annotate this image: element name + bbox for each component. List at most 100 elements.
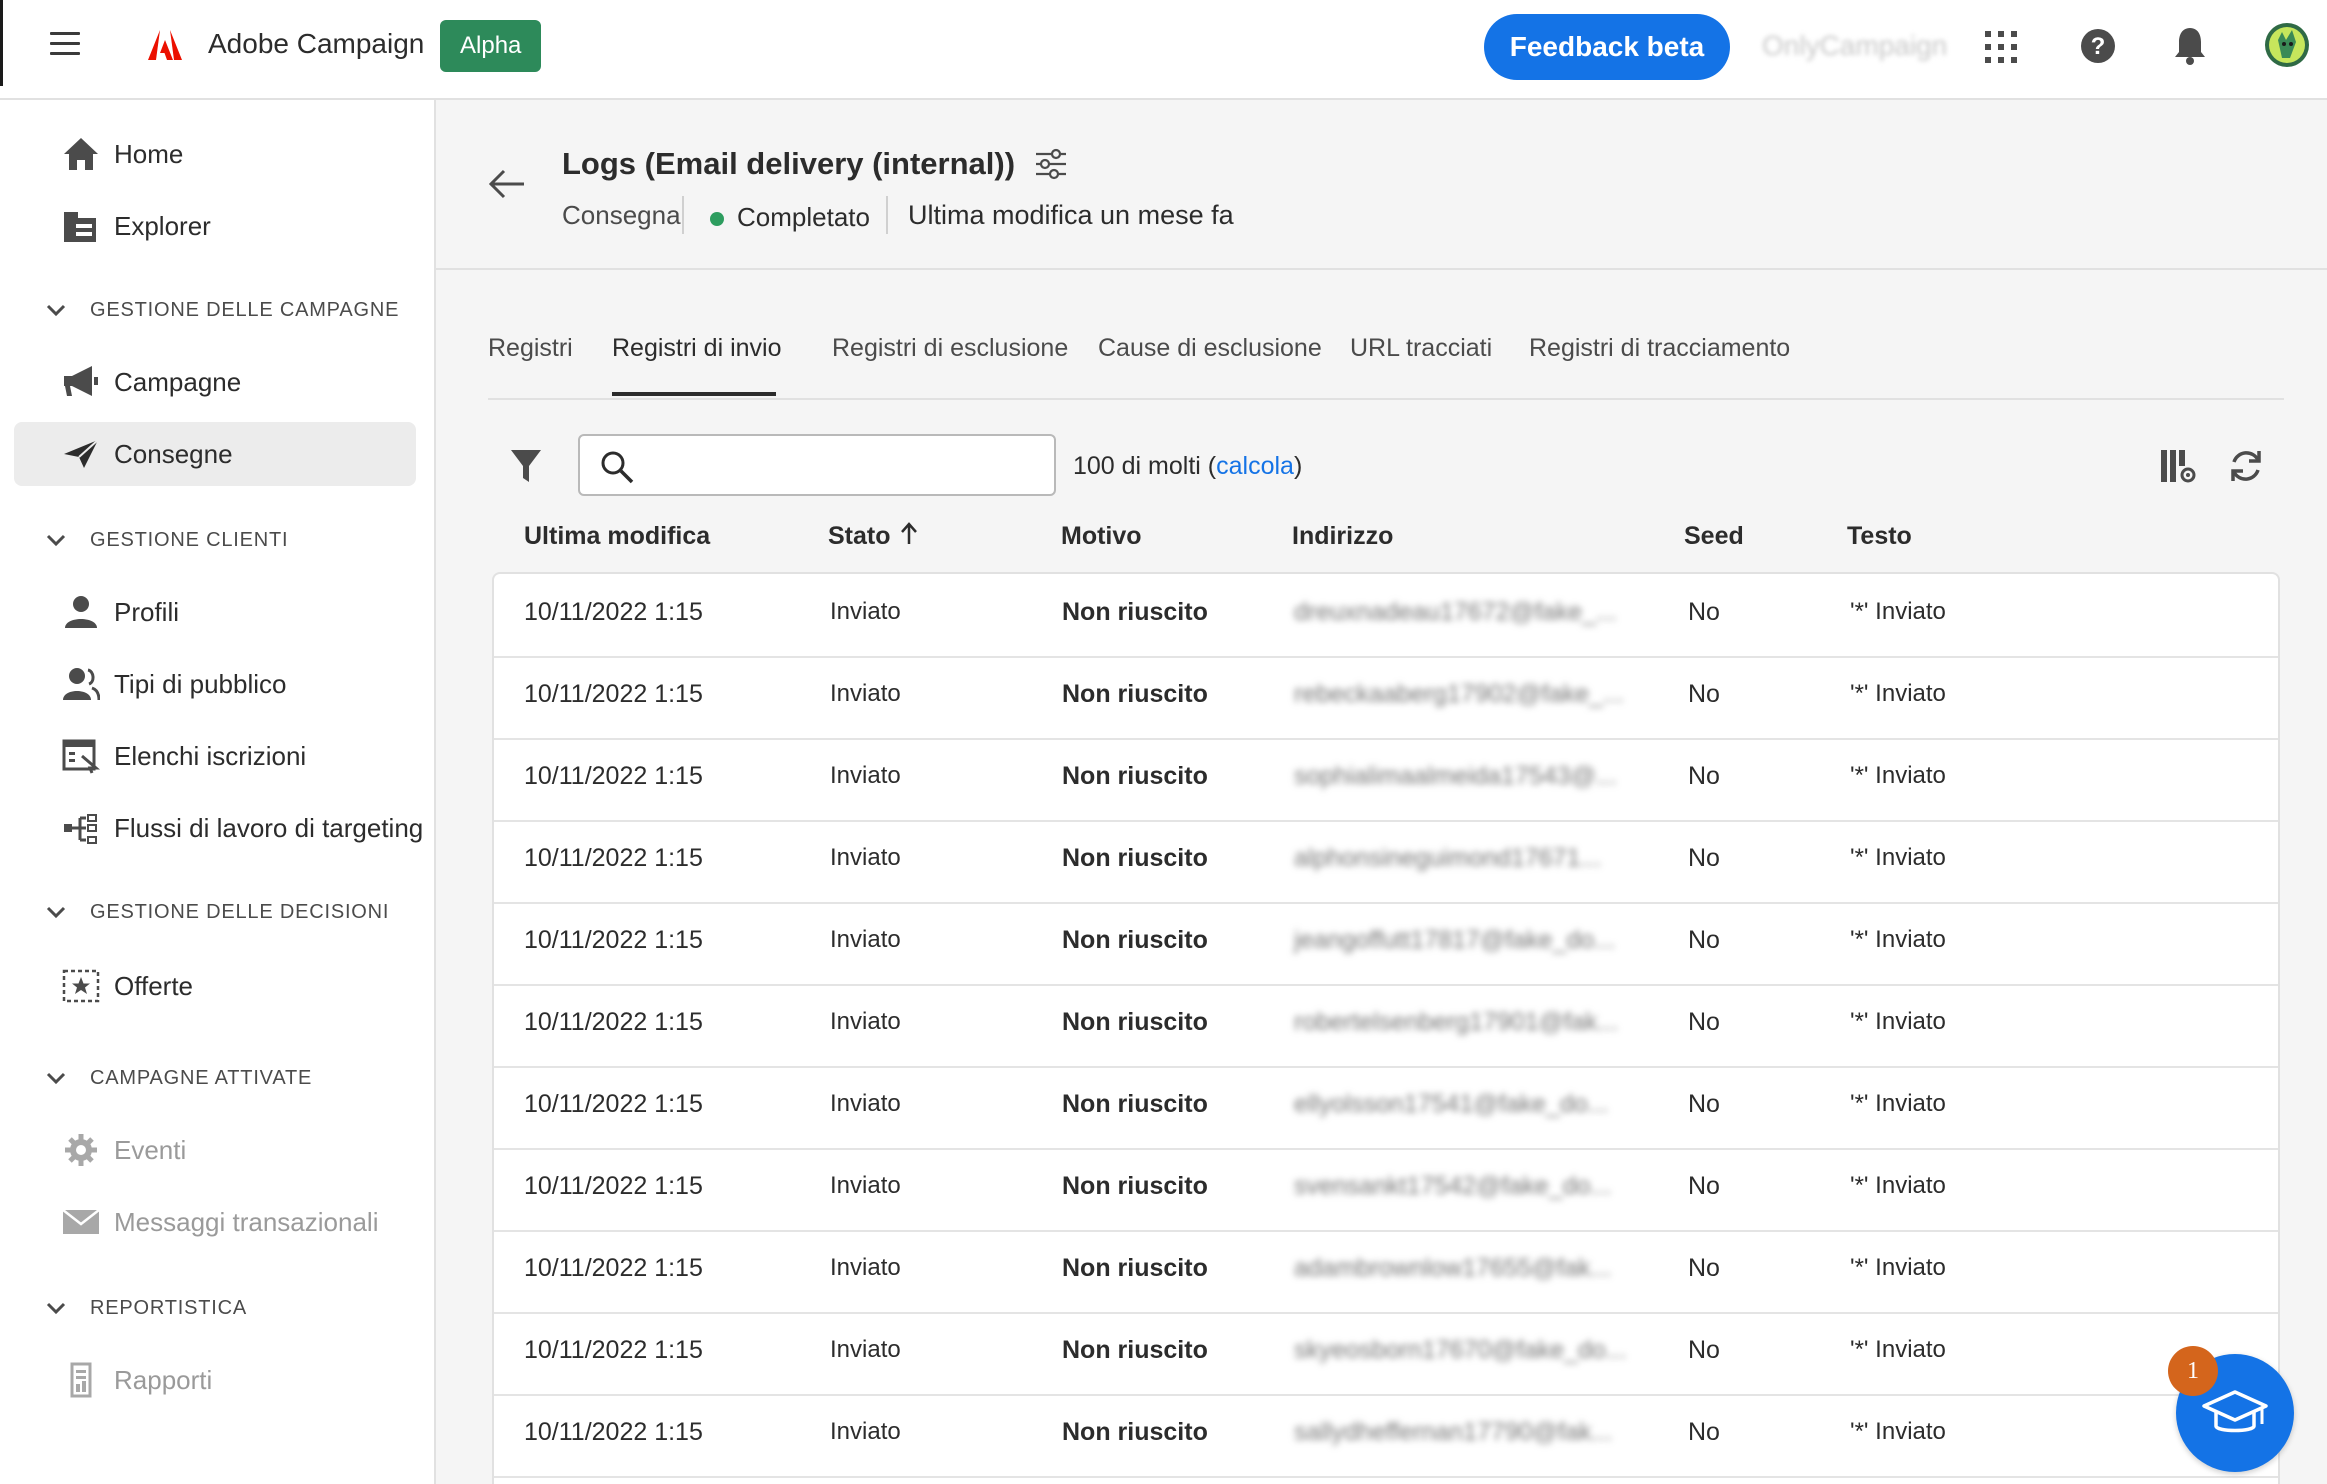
cell-reason: Non riuscito (1062, 1336, 1208, 1364)
table-row[interactable]: 10/11/2022 1:15 Inviato Non riuscito sve… (494, 1148, 2278, 1232)
cell-reason: Non riuscito (1062, 1172, 1208, 1200)
cell-reason: Non riuscito (1062, 1090, 1208, 1118)
table-row[interactable]: 10/11/2022 1:15 Inviato Non riuscito ada… (494, 1230, 2278, 1314)
sidebar-item-label: Campagne (114, 366, 242, 397)
cell-status: Inviato (830, 926, 901, 953)
result-count-prefix: 100 di molti ( (1073, 452, 1217, 480)
sidebar-item-label: Offerte (114, 970, 194, 1001)
cell-reason: Non riuscito (1062, 844, 1208, 872)
cell-status: Inviato (830, 1008, 901, 1035)
feedback-button[interactable]: Feedback beta (1484, 14, 1730, 80)
user-icon (65, 596, 97, 628)
cell-status: Inviato (830, 598, 901, 625)
home-icon (64, 138, 98, 170)
chevron-down-icon (46, 534, 66, 547)
sidebar-item-transactional-messages[interactable]: Messaggi transazionali (14, 1190, 416, 1254)
column-header-reason[interactable]: Motivo (1061, 522, 1142, 551)
mail-icon (62, 1209, 100, 1234)
filter-icon[interactable] (510, 448, 542, 484)
notifications-bell-icon[interactable] (2172, 26, 2208, 66)
table-row[interactable]: 10/11/2022 1:15 Inviato Non riuscito sal… (494, 1394, 2278, 1478)
page-title: Logs (Email delivery (internal)) (562, 146, 1016, 181)
audience-icon (63, 668, 100, 701)
column-settings-icon[interactable] (2160, 448, 2196, 484)
result-count: 100 di molti (calcola) (1073, 452, 1302, 481)
settings-sliders-icon[interactable] (1034, 148, 1068, 180)
search-input[interactable] (650, 446, 1044, 486)
sidebar-item-label: Consegne (114, 438, 233, 469)
sidebar-item-audiences[interactable]: Tipi di pubblico (14, 652, 416, 716)
cell-text: '*' Inviato (1850, 844, 1946, 871)
back-arrow-icon[interactable] (488, 168, 526, 200)
column-header-seed[interactable]: Seed (1684, 522, 1744, 551)
column-header-address[interactable]: Indirizzo (1292, 522, 1393, 551)
app-switcher-icon[interactable] (1984, 30, 2018, 64)
sidebar-item-label: Eventi (114, 1134, 187, 1165)
chevron-down-icon (46, 906, 66, 919)
calculate-link[interactable]: calcola (1216, 452, 1294, 480)
cell-seed: No (1688, 762, 1720, 790)
help-icon[interactable]: ? (2080, 28, 2116, 64)
column-header-text[interactable]: Testo (1847, 522, 1912, 551)
cell-last-modified: 10/11/2022 1:15 (524, 1008, 703, 1036)
refresh-icon[interactable] (2228, 448, 2264, 484)
table-row[interactable]: 10/11/2022 1:15 Inviato Non riuscito ell… (494, 1066, 2278, 1150)
cell-reason: Non riuscito (1062, 1254, 1208, 1282)
cell-text: '*' Inviato (1850, 926, 1946, 953)
table-row[interactable]: 10/11/2022 1:15 Inviato Non riuscito reb… (494, 656, 2278, 740)
column-header-status[interactable]: Stato (828, 522, 891, 551)
tab-sending-logs[interactable]: Registri di invio (612, 334, 782, 363)
sidebar-item-offers[interactable]: Offerte (14, 954, 416, 1018)
user-avatar[interactable] (2264, 20, 2310, 70)
table-row[interactable]: 10/11/2022 1:15 Inviato Non riuscito sop… (494, 738, 2278, 822)
org-switcher[interactable]: OnlyCampaign (1762, 30, 1947, 62)
table-row[interactable]: 10/11/2022 1:15 Inviato Non riuscito alp… (494, 820, 2278, 904)
table-row[interactable]: 10/11/2022 1:15 Inviato Non riuscito jea… (494, 902, 2278, 986)
gear-icon (65, 1134, 97, 1166)
tab-tracking-logs[interactable]: Registri di tracciamento (1529, 334, 1790, 363)
sidebar-item-reports[interactable]: Rapporti (14, 1348, 416, 1412)
adobe-logo-icon (148, 30, 182, 60)
cell-address: skyeosborn17670@fake_do... (1294, 1336, 1627, 1364)
hamburger-menu-icon[interactable] (50, 32, 80, 58)
sidebar-item-targeting-workflows[interactable]: Flussi di lavoro di targeting (14, 796, 423, 860)
tab-exclusion-causes[interactable]: Cause di esclusione (1098, 334, 1322, 363)
search-field[interactable] (578, 434, 1056, 496)
section-customer-management[interactable]: GESTIONE CLIENTI (46, 520, 288, 560)
table-row[interactable]: 10/11/2022 1:15 Inviato Non riuscito rob… (494, 984, 2278, 1068)
sidebar-item-label: Rapporti (114, 1364, 213, 1395)
cell-address: svensankt17542@fake_do... (1294, 1172, 1612, 1200)
last-modified: Ultima modifica un mese fa (908, 200, 1234, 230)
cell-text: '*' Inviato (1850, 1254, 1946, 1281)
tab-exclusion-logs[interactable]: Registri di esclusione (832, 334, 1068, 363)
cell-status: Inviato (830, 762, 901, 789)
status-indicator (710, 212, 724, 226)
sidebar-item-subscription-lists[interactable]: Elenchi iscrizioni (14, 724, 416, 788)
sidebar-item-profiles[interactable]: Profili (14, 580, 416, 644)
table-row[interactable]: 10/11/2022 1:15 Inviato Non riuscito dre… (494, 574, 2278, 658)
tab-logs[interactable]: Registri (488, 334, 573, 363)
megaphone-icon (64, 366, 98, 396)
sidebar-item-home[interactable]: Home (14, 122, 416, 186)
sidebar-item-explorer[interactable]: Explorer (14, 194, 416, 258)
sidebar-item-campaigns[interactable]: Campagne (14, 350, 416, 414)
table-row[interactable]: 10/11/2022 1:15 Inviato Non riuscito sky… (494, 1312, 2278, 1396)
tab-tracked-urls[interactable]: URL tracciati (1350, 334, 1492, 363)
active-tab-indicator (612, 392, 776, 396)
sidebar-item-events[interactable]: Eventi (14, 1118, 416, 1182)
section-decision-management[interactable]: GESTIONE DELLE DECISIONI (46, 892, 389, 932)
cell-address: adambrownlow17655@fak... (1294, 1254, 1612, 1282)
section-campaign-management[interactable]: GESTIONE DELLE CAMPAGNE (46, 290, 399, 330)
section-triggered-campaigns[interactable]: CAMPAGNE ATTIVATE (46, 1058, 312, 1098)
sort-ascending-icon[interactable] (900, 522, 918, 546)
sidebar: Home Explorer GESTIONE DELLE CAMPAGNE Ca… (0, 100, 436, 1484)
column-header-last-modified[interactable]: Ultima modifica (524, 522, 710, 551)
cell-last-modified: 10/11/2022 1:15 (524, 1336, 703, 1364)
cell-seed: No (1688, 926, 1720, 954)
sidebar-item-deliveries[interactable]: Consegne (14, 422, 416, 486)
cell-text: '*' Inviato (1850, 598, 1946, 625)
environment-badge: Alpha (440, 20, 542, 72)
section-reporting[interactable]: REPORTISTICA (46, 1288, 247, 1328)
cell-address: sallydheffernan17790@fak... (1294, 1418, 1613, 1446)
cell-text: '*' Inviato (1850, 1090, 1946, 1117)
